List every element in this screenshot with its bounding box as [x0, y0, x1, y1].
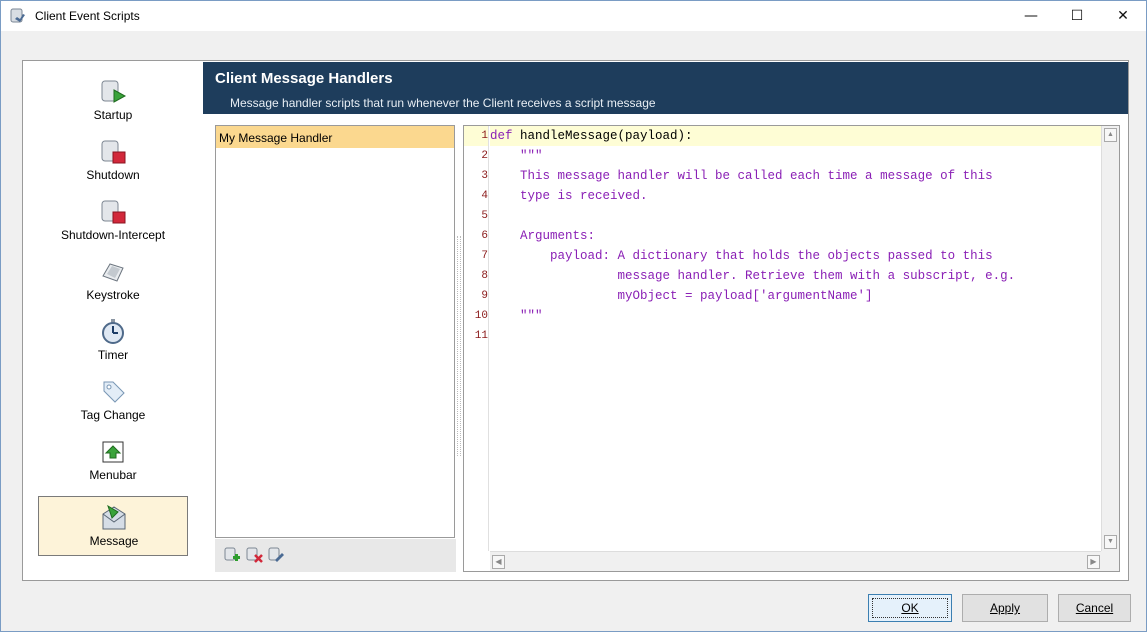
sidebar-item-label: Startup	[93, 108, 133, 122]
splitter-handle[interactable]	[457, 236, 461, 456]
code-line: """	[490, 309, 543, 323]
maximize-button[interactable]: ☐	[1054, 1, 1100, 31]
scroll-left-icon[interactable]: ◀	[492, 555, 505, 569]
window-title: Client Event Scripts	[35, 9, 140, 23]
message-icon	[99, 504, 129, 532]
handler-list-toolbar	[215, 539, 456, 572]
scroll-right-icon[interactable]: ▶	[1087, 555, 1100, 569]
line-number: 2	[481, 150, 488, 162]
menubar-icon	[98, 438, 128, 466]
code-line: myObject = payload['argumentName']	[490, 289, 873, 303]
line-number: 8	[481, 270, 488, 282]
cancel-button[interactable]: Cancel	[1058, 594, 1131, 622]
scroll-down-icon[interactable]: ▼	[1104, 535, 1117, 549]
ok-button[interactable]: OK	[868, 594, 952, 622]
line-number: 4	[481, 190, 488, 202]
keyboard-icon	[98, 258, 128, 286]
event-type-sidebar: Startup Shutdown Shutdown-Intercept Keys…	[23, 61, 191, 580]
minimize-button[interactable]: —	[1008, 1, 1054, 31]
line-number: 10	[474, 310, 488, 322]
line-number: 11	[474, 330, 488, 342]
sidebar-item-shutdown[interactable]: Shutdown	[38, 131, 188, 191]
close-button[interactable]: ✕	[1100, 1, 1146, 31]
startup-icon	[98, 78, 128, 106]
sidebar-item-keystroke[interactable]: Keystroke	[38, 251, 188, 311]
line-number: 5	[481, 210, 488, 222]
code-line: type is received.	[490, 189, 648, 203]
title-bar: Client Event Scripts — ☐ ✕	[1, 1, 1146, 31]
apply-button[interactable]: Apply	[962, 594, 1048, 622]
section-header: Client Message Handlers Message handler …	[203, 62, 1128, 114]
message-handler-list[interactable]: My Message Handler	[215, 125, 455, 538]
scroll-up-icon[interactable]: ▲	[1104, 128, 1117, 142]
line-number-gutter: 1 2 3 4 5 6 7 8 9 10 11	[464, 126, 489, 551]
sidebar-item-menubar[interactable]: Menubar	[38, 431, 188, 491]
code-line: payload: A dictionary that holds the obj…	[490, 249, 993, 263]
code-line: message handler. Retrieve them with a su…	[490, 269, 1016, 283]
sidebar-item-label: Message	[89, 534, 139, 548]
code-line: This message handler will be called each…	[490, 169, 993, 183]
main-panel: Startup Shutdown Shutdown-Intercept Keys…	[22, 60, 1129, 581]
cancel-button-label: Cancel	[1075, 601, 1114, 615]
line-number: 9	[481, 290, 488, 302]
shutdown-intercept-icon	[98, 198, 128, 226]
add-handler-icon[interactable]	[223, 547, 242, 564]
sidebar-item-label: Shutdown	[86, 168, 140, 182]
code-line: """	[490, 149, 543, 163]
line-number: 7	[481, 250, 488, 262]
sidebar-item-tag-change[interactable]: Tag Change	[38, 371, 188, 431]
line-number: 3	[481, 170, 488, 182]
sidebar-item-label: Keystroke	[86, 288, 140, 302]
code-line: def handleMessage(payload):	[490, 126, 1102, 146]
section-subtitle: Message handler scripts that run wheneve…	[230, 96, 656, 110]
rename-handler-icon[interactable]	[267, 547, 286, 564]
sidebar-item-startup[interactable]: Startup	[38, 71, 188, 131]
list-item[interactable]: My Message Handler	[216, 126, 454, 148]
line-number: 6	[481, 230, 488, 242]
line-number: 1	[464, 126, 488, 146]
focus-ring	[872, 598, 948, 618]
code-line: Arguments:	[490, 229, 596, 243]
sidebar-item-timer[interactable]: Timer	[38, 311, 188, 371]
sidebar-item-message[interactable]: Message	[38, 496, 188, 556]
sidebar-item-shutdown-intercept[interactable]: Shutdown-Intercept	[38, 191, 188, 251]
tag-icon	[98, 378, 128, 406]
shutdown-icon	[98, 138, 128, 166]
def-keyword: def	[490, 129, 513, 143]
horizontal-scrollbar[interactable]: ◀ ▶	[490, 551, 1102, 571]
code-area[interactable]: def handleMessage(payload): """ This mes…	[490, 126, 1102, 551]
sidebar-item-label: Timer	[97, 348, 129, 362]
sidebar-item-label: Menubar	[89, 468, 137, 482]
apply-button-label: Apply	[989, 601, 1021, 615]
delete-handler-icon[interactable]	[245, 547, 264, 564]
scrollbar-corner	[1101, 551, 1119, 571]
code-line-text: handleMessage(payload):	[512, 129, 693, 143]
stopwatch-icon	[98, 318, 128, 346]
sidebar-item-label: Tag Change	[80, 408, 146, 422]
vertical-scrollbar[interactable]: ▲ ▼	[1101, 126, 1119, 551]
scripts-icon	[9, 8, 27, 24]
client-event-scripts-dialog: Client Event Scripts — ☐ ✕ Startup Shutd…	[0, 0, 1147, 632]
section-title: Client Message Handlers	[215, 70, 393, 87]
script-editor[interactable]: 1 2 3 4 5 6 7 8 9 10 11 def handleMessag…	[463, 125, 1120, 572]
sidebar-item-label: Shutdown-Intercept	[60, 228, 166, 242]
